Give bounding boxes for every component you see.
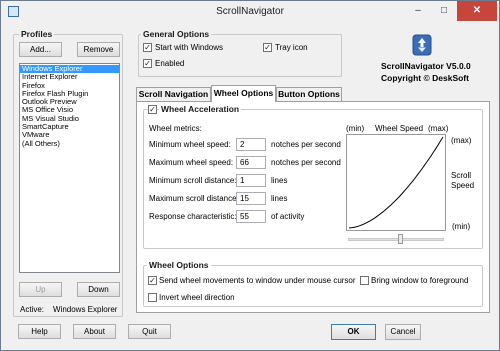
chart-x-title: Wheel Speed [375, 124, 424, 133]
about-button[interactable]: About [73, 324, 116, 339]
metric-label: Minimum scroll distance: [149, 176, 237, 185]
quit-button[interactable]: Quit [128, 324, 171, 339]
metric-unit-label: notches per second [271, 158, 341, 167]
add-profile-button[interactable]: Add... [19, 42, 62, 57]
app-logo-icon [411, 33, 433, 57]
copyright-label: Copyright © DeskSoft [381, 73, 469, 83]
metric-unit-label: lines [271, 194, 288, 203]
invert-wheel-label: Invert wheel direction [159, 293, 235, 302]
bring-window-checkbox[interactable] [360, 276, 369, 285]
profiles-title: Profiles [19, 29, 55, 39]
profile-list[interactable]: Windows Explorer Internet Explorer Firefox… [19, 63, 120, 273]
bring-window-label: Bring window to foreground [371, 276, 469, 285]
wheel-acceleration-checkbox[interactable]: ✓ [148, 105, 157, 114]
minimize-button[interactable]: – [405, 1, 431, 21]
metric-value-input[interactable]: 66 [236, 156, 266, 169]
general-options-group: General Options [138, 29, 342, 77]
send-wheel-checkbox[interactable]: ✓ [148, 276, 157, 285]
close-button[interactable]: ✕ [457, 1, 497, 21]
chart-y-min-label: (min) [452, 222, 471, 231]
start-with-windows-label: Start with Windows [155, 43, 224, 52]
metric-label: Maximum scroll distance: [149, 194, 239, 203]
metric-value-input[interactable]: 2 [236, 138, 266, 151]
response-slider-thumb[interactable] [397, 234, 403, 244]
maximize-button[interactable]: □ [431, 1, 457, 21]
chart-x-max-label: (max) [428, 124, 449, 133]
tab-button-options[interactable]: Button Options [276, 87, 342, 101]
tab-scroll-navigation[interactable]: Scroll Navigation [136, 87, 211, 101]
metric-value-input[interactable]: 15 [236, 192, 266, 205]
speed-curve-line [348, 136, 444, 229]
chart-y-max-label: (max) [451, 136, 472, 145]
tray-icon-checkbox[interactable]: ✓ [263, 43, 272, 52]
metric-unit-label: of activity [271, 212, 305, 221]
metric-unit-label: lines [271, 176, 288, 185]
invert-wheel-checkbox[interactable] [148, 293, 157, 302]
chart-y-title: Scroll Speed [451, 171, 475, 190]
tray-icon-label: Tray icon [275, 43, 308, 52]
general-options-title: General Options [141, 29, 212, 39]
profile-list-item[interactable]: (All Others) [20, 139, 119, 148]
cancel-button[interactable]: Cancel [385, 324, 421, 340]
wheel-metrics-label: Wheel metrics: [149, 124, 202, 133]
version-label: ScrollNavigator V5.0.0 [381, 61, 471, 71]
wheel-speed-curve-chart [346, 134, 446, 231]
wheel-acceleration-title: Wheel Acceleration [159, 104, 242, 114]
metric-value-input[interactable]: 55 [236, 210, 266, 223]
metric-unit-label: notches per second [271, 140, 341, 149]
remove-profile-button[interactable]: Remove [77, 42, 120, 57]
move-up-button[interactable]: Up [19, 282, 62, 297]
title-bar[interactable]: ScrollNavigator – □ ✕ [1, 1, 499, 23]
move-down-button[interactable]: Down [77, 282, 120, 297]
metric-value-input[interactable]: 1 [236, 174, 266, 187]
chart-x-min-label: (min) [346, 124, 365, 133]
help-button[interactable]: Help [18, 324, 61, 339]
ok-button[interactable]: OK [331, 324, 376, 340]
metric-label: Minimum wheel speed: [149, 140, 231, 149]
send-wheel-label: Send wheel movements to window under mou… [159, 276, 356, 285]
wheel-options-title: Wheel Options [147, 260, 211, 270]
active-label: Active: [20, 305, 45, 314]
metric-label: Response characteristic: [149, 212, 237, 221]
start-with-windows-checkbox[interactable]: ✓ [143, 43, 152, 52]
metric-label: Maximum wheel speed: [149, 158, 234, 167]
main-window: ScrollNavigator – □ ✕ Profiles Add... Re… [0, 0, 500, 351]
active-profile-value: Windows Explorer [53, 305, 118, 314]
response-slider-track[interactable] [348, 238, 444, 241]
enabled-label: Enabled [155, 59, 185, 68]
tab-wheel-options[interactable]: Wheel Options [211, 85, 276, 102]
enabled-checkbox[interactable]: ✓ [143, 59, 152, 68]
